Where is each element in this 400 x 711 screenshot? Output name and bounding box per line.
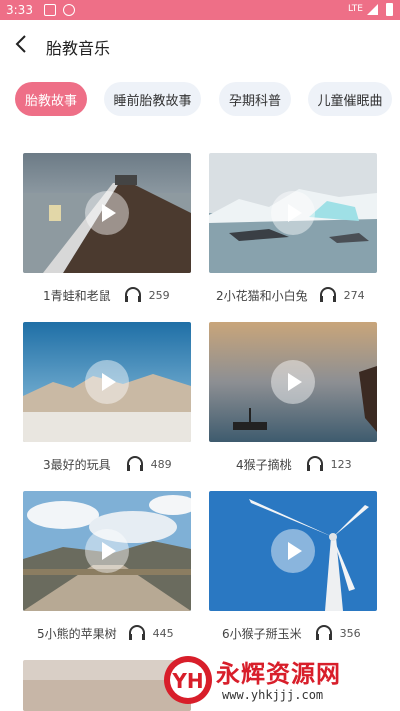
- svg-text:YH: YH: [171, 669, 203, 693]
- watermark-logo: YH: [164, 656, 212, 704]
- play-icon[interactable]: [271, 529, 315, 573]
- play-count: 356: [339, 626, 361, 640]
- status-time: 3:33: [6, 3, 33, 17]
- battery-icon: [386, 3, 393, 16]
- play-icon[interactable]: [85, 360, 129, 404]
- item-title: 5小熊的苹果树: [37, 626, 117, 641]
- item-title: 1青蛙和老鼠: [43, 288, 111, 303]
- thumbnail[interactable]: [209, 153, 377, 273]
- play-count: 445: [152, 626, 174, 640]
- sync-icon: [63, 4, 75, 16]
- back-arrow-icon[interactable]: [10, 32, 34, 56]
- headphones-icon: [124, 287, 141, 302]
- headphones-icon: [128, 625, 145, 640]
- watermark-url: www.yhkjjj.com: [222, 688, 324, 702]
- watermark: YH 永辉资源网 www.yhkjjj.com: [160, 652, 400, 711]
- item-title: 3最好的玩具: [43, 457, 111, 472]
- thumbnail[interactable]: [209, 491, 377, 611]
- thumbnail[interactable]: [23, 153, 191, 273]
- item-title: 2小花猫和小白兔: [216, 288, 308, 303]
- item-meta: 4猴子摘桃 123: [209, 454, 377, 474]
- thumbnail[interactable]: [23, 322, 191, 442]
- play-count: 123: [330, 457, 352, 471]
- play-count: 489: [150, 457, 172, 471]
- headphones-icon: [315, 625, 332, 640]
- network-label: LTE: [348, 4, 363, 14]
- item-meta: 3最好的玩具 489: [23, 454, 191, 474]
- item-meta: 2小花猫和小白兔 274: [209, 285, 377, 305]
- tab-bedtime-stories[interactable]: 睡前胎教故事: [104, 82, 201, 116]
- tab-prenatal-stories[interactable]: 胎教故事: [15, 82, 87, 116]
- category-tabs: 胎教故事 睡前胎教故事 孕期科普 儿童催眠曲: [0, 82, 400, 118]
- status-bar: 3:33 LTE: [0, 0, 400, 20]
- play-icon[interactable]: [271, 360, 315, 404]
- item-meta: 1青蛙和老鼠 259: [23, 285, 191, 305]
- tab-lullabies[interactable]: 儿童催眠曲: [308, 82, 392, 116]
- notification-icon: [44, 4, 56, 16]
- item-meta: 5小熊的苹果树 445: [23, 623, 191, 643]
- watermark-text: 永辉资源网: [216, 660, 341, 688]
- headphones-icon: [126, 456, 143, 471]
- item-title: 4猴子摘桃: [236, 457, 292, 472]
- play-icon[interactable]: [85, 191, 129, 235]
- item-meta: 6小猴子掰玉米 356: [209, 623, 377, 643]
- play-icon[interactable]: [85, 529, 129, 573]
- thumbnail[interactable]: [209, 322, 377, 442]
- play-icon[interactable]: [271, 191, 315, 235]
- headphones-icon: [306, 456, 323, 471]
- thumbnail[interactable]: [23, 491, 191, 611]
- page-title: 胎教音乐: [46, 39, 111, 58]
- signal-icon: [367, 4, 378, 15]
- headphones-icon: [319, 287, 336, 302]
- play-count: 274: [343, 288, 365, 302]
- tab-pregnancy-science[interactable]: 孕期科普: [219, 82, 291, 116]
- play-count: 259: [148, 288, 170, 302]
- item-title: 6小猴子掰玉米: [222, 626, 302, 641]
- top-bar: 胎教音乐: [0, 20, 400, 70]
